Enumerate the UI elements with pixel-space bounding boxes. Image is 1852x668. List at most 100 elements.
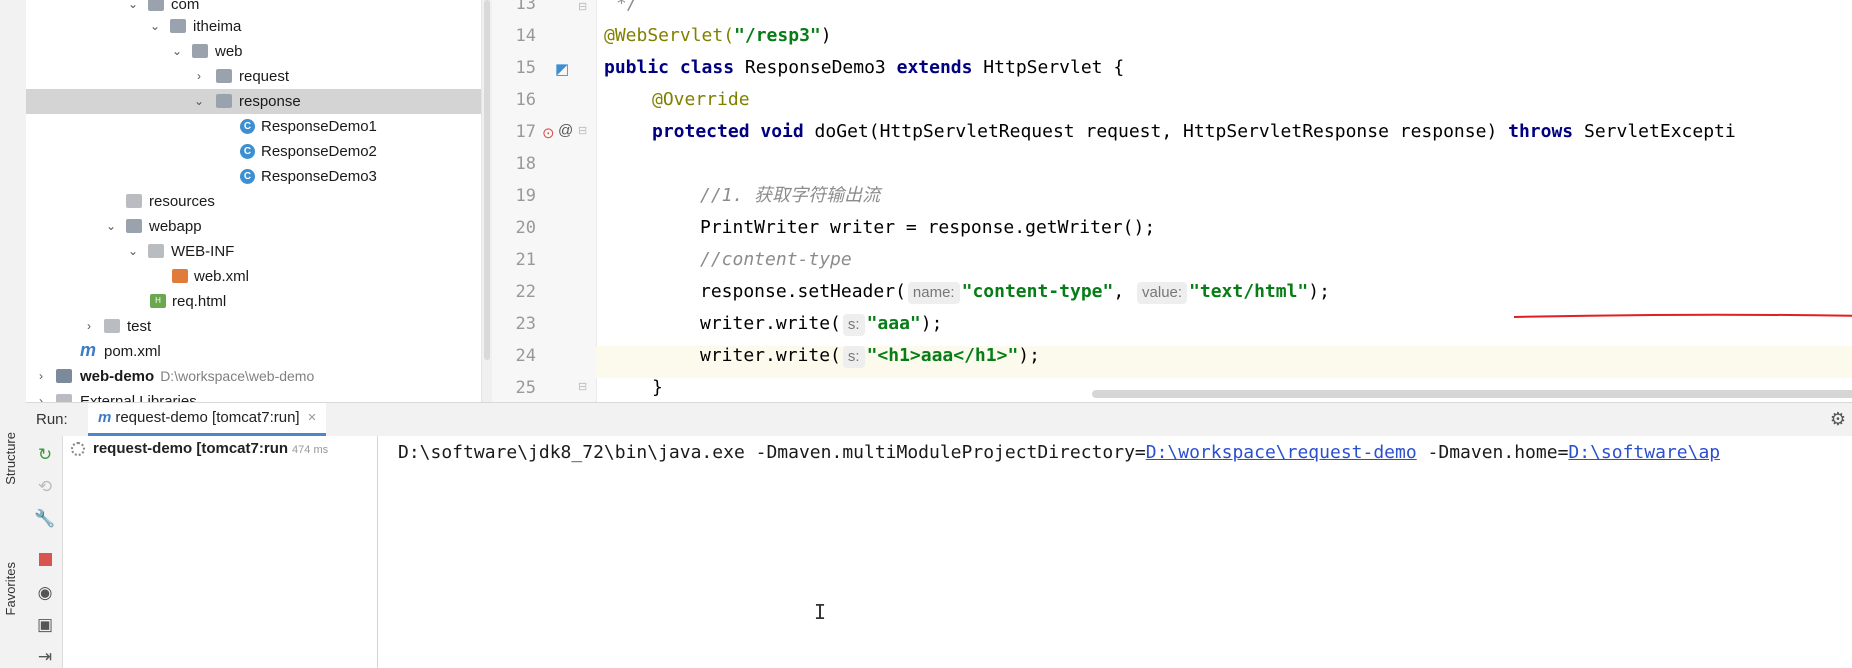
tree-item-webapp[interactable]: ⌄ webapp xyxy=(26,214,481,239)
line-number: 14 xyxy=(515,26,536,46)
wrench-icon[interactable]: 🔧 xyxy=(34,508,56,530)
module-path: D:\workspace\web-demo xyxy=(160,368,315,384)
code-line-20: PrintWriter writer = response.getWriter(… xyxy=(700,217,1156,238)
tree-item-label: web xyxy=(215,43,243,60)
gear-icon[interactable]: ⚙ xyxy=(1830,403,1846,436)
tree-item-request[interactable]: › request xyxy=(26,64,481,89)
html-file-icon: H xyxy=(150,294,166,308)
java-class-icon: C xyxy=(240,169,255,184)
tree-item-web[interactable]: ⌄ web xyxy=(26,39,481,64)
line-number: 23 xyxy=(515,314,536,334)
code-line-13: */ xyxy=(616,0,638,14)
red-underline-annotation xyxy=(1513,313,1852,318)
param-hint-s: s: xyxy=(842,346,865,368)
tree-item-responsedemo3[interactable]: C ResponseDemo3 xyxy=(26,164,481,189)
tree-item-label: web-demo D:\workspace\web-demo xyxy=(80,368,315,385)
maven-icon: m xyxy=(80,340,97,360)
left-tool-strip: Structure Favorites xyxy=(0,0,27,668)
line-number: 17 xyxy=(515,122,536,142)
folder-icon xyxy=(216,69,232,83)
tree-item-responsedemo2[interactable]: C ResponseDemo2 xyxy=(26,139,481,164)
project-scrollbar[interactable] xyxy=(481,0,492,402)
tab-request-demo[interactable]: m request-demo [tomcat7:run] × xyxy=(88,403,327,436)
code-editor[interactable]: 13 14 15 16 17 18 19 20 21 22 23 24 25 ◩… xyxy=(492,0,1852,402)
code-line-22: response.setHeader(name: "content-type", … xyxy=(700,281,1330,304)
folder-icon xyxy=(192,44,208,58)
tree-item-label: pom.xml xyxy=(104,343,161,360)
maven-icon: m xyxy=(98,409,112,426)
chevron-down-icon[interactable]: ⌄ xyxy=(126,239,140,264)
structure-tool-tab[interactable]: Structure xyxy=(3,432,18,485)
module-icon xyxy=(56,369,72,383)
tree-item-test[interactable]: › test xyxy=(26,314,481,339)
tree-item-req-html[interactable]: H req.html xyxy=(26,289,481,314)
console-link[interactable]: D:\software\ap xyxy=(1568,442,1720,463)
param-hint-name: name: xyxy=(907,282,960,304)
line-number: 18 xyxy=(515,154,536,174)
tree-item-response[interactable]: ⌄ response xyxy=(26,89,481,114)
console-output[interactable]: D:\software\jdk8_72\bin\java.exe -Dmaven… xyxy=(378,436,1852,668)
code-line-15: public class ResponseDemo3 extends HttpS… xyxy=(604,57,1125,78)
run-tree: request-demo [tomcat7:run 474 ms xyxy=(63,436,378,668)
chevron-right-icon[interactable]: › xyxy=(34,364,48,389)
tree-item-label: request xyxy=(239,68,290,85)
chevron-down-icon[interactable]: ⌄ xyxy=(170,39,184,64)
code-line-14: @WebServlet("/resp3") xyxy=(604,25,832,46)
chevron-down-icon[interactable]: ⌄ xyxy=(148,14,162,39)
folder-icon xyxy=(148,244,164,258)
tree-item-label: webapp xyxy=(149,218,202,235)
tree-item-label: test xyxy=(127,318,152,335)
code-line-21: //content-type xyxy=(700,249,852,270)
favorites-tool-tab[interactable]: Favorites xyxy=(3,562,18,615)
folder-icon xyxy=(104,319,120,333)
tree-item-external-libraries[interactable]: › External Libraries xyxy=(26,389,481,402)
close-icon[interactable]: × xyxy=(308,409,317,426)
run-tab-label: request-demo [tomcat7:run] xyxy=(115,409,300,426)
rerun-failed-icon[interactable]: ⟲ xyxy=(34,476,56,498)
tree-item-label: WEB-INF xyxy=(171,243,235,260)
fold-icon[interactable]: ⊟ xyxy=(578,124,587,137)
tree-item-resources[interactable]: resources xyxy=(26,189,481,214)
fold-icon[interactable]: ⊟ xyxy=(578,0,587,13)
project-tree: ⌄ com ⌄ itheima ⌄ web › request ⌄ respon… xyxy=(26,0,481,402)
tree-item-label: resources xyxy=(149,193,215,210)
library-icon xyxy=(56,394,72,402)
chevron-right-icon[interactable]: › xyxy=(82,314,96,339)
webapp-folder-icon xyxy=(126,219,142,233)
tree-item-pom-xml[interactable]: m pom.xml xyxy=(26,339,481,364)
chevron-down-icon[interactable]: ⌄ xyxy=(192,89,206,114)
folder-icon xyxy=(170,19,186,33)
tree-item-label: External Libraries xyxy=(80,393,197,402)
resources-folder-icon xyxy=(126,194,142,208)
tree-item-itheima[interactable]: ⌄ itheima xyxy=(26,14,481,39)
chevron-right-icon[interactable]: › xyxy=(192,64,206,89)
chevron-right-icon[interactable]: › xyxy=(34,389,48,402)
editor-horizontal-scrollbar[interactable] xyxy=(1092,390,1852,398)
param-hint-s: s: xyxy=(842,314,865,336)
chevron-down-icon[interactable]: ⌄ xyxy=(104,214,118,239)
exit-icon[interactable]: ⇥ xyxy=(34,646,56,668)
console-line: D:\software\jdk8_72\bin\java.exe -Dmaven… xyxy=(398,442,1721,463)
run-label: Run: xyxy=(36,411,68,428)
tree-item-label: ResponseDemo1 xyxy=(261,118,377,135)
tree-item-web-xml[interactable]: web.xml xyxy=(26,264,481,289)
annotation-gutter-icon[interactable]: @ xyxy=(558,122,573,139)
servlet-gutter-icon[interactable]: ◩ xyxy=(555,60,569,78)
line-number: 21 xyxy=(515,250,536,270)
run-tree-item[interactable]: request-demo [tomcat7:run 474 ms xyxy=(93,440,328,457)
console-link[interactable]: D:\workspace\request-demo xyxy=(1146,442,1417,463)
override-gutter-icon[interactable]: ⊙ xyxy=(542,124,555,142)
editor-gutter: 13 14 15 16 17 18 19 20 21 22 23 24 25 ◩… xyxy=(492,0,597,402)
line-number: 22 xyxy=(515,282,536,302)
rerun-icon[interactable]: ↻ xyxy=(34,444,56,466)
tree-item-web-inf[interactable]: ⌄ WEB-INF xyxy=(26,239,481,264)
code-line-19: //1. 获取字符输出流 xyxy=(700,185,881,206)
camera-icon[interactable]: ▣ xyxy=(34,614,56,636)
tree-item-web-demo[interactable]: › web-demo D:\workspace\web-demo xyxy=(26,364,481,389)
stop-icon[interactable] xyxy=(34,548,56,570)
code-line-25: } xyxy=(652,377,663,398)
tree-item-responsedemo1[interactable]: C ResponseDemo1 xyxy=(26,114,481,139)
project-scrollbar-thumb[interactable] xyxy=(484,0,490,360)
fold-icon[interactable]: ⊟ xyxy=(578,380,587,393)
eye-icon[interactable]: ◉ xyxy=(34,582,56,604)
